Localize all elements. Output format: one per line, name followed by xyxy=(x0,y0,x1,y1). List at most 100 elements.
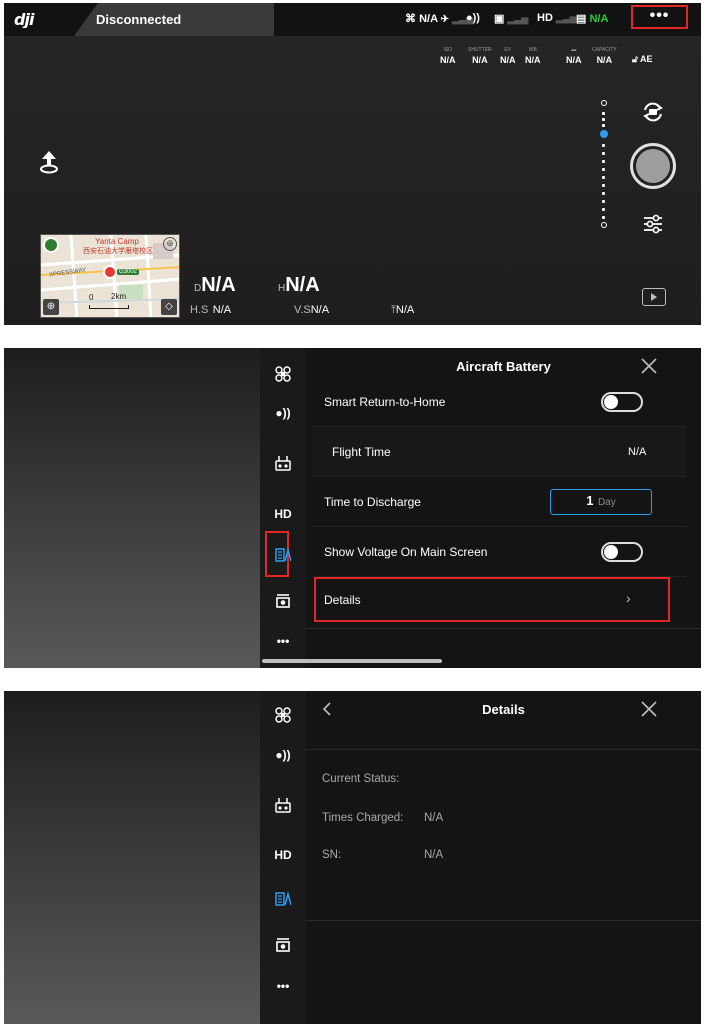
wb-value: N/A xyxy=(525,55,541,65)
time-to-discharge-label: Time to Discharge xyxy=(324,495,421,509)
nav-video-transmission[interactable]: HD xyxy=(260,843,306,867)
smart-rth-toggle[interactable] xyxy=(601,392,643,412)
mini-map[interactable]: Yanta Camp 西安石油大学雁塔校区 XPRESSWAY G3002 ⊕ … xyxy=(40,234,180,318)
settings-sidebar: ●)) HD ••• xyxy=(260,348,306,668)
nav-aircraft[interactable] xyxy=(260,703,306,727)
panel-header: Aircraft Battery xyxy=(306,348,701,384)
aircraft-icon: ⌘ xyxy=(405,13,416,25)
nav-remote-controller[interactable] xyxy=(260,452,306,476)
camera-view-screen: dji Disconnected ⌘ N/A ✈ ▂▃▅ ●)) ▣ ▂▃▅ H… xyxy=(4,3,701,325)
zoom-tick xyxy=(602,112,605,115)
nav-battery[interactable] xyxy=(260,544,306,568)
capacity-readout: CAPACITY N/A xyxy=(592,47,617,65)
close-button[interactable] xyxy=(639,699,659,719)
discharge-days-value: 1 xyxy=(586,493,594,508)
zoom-slider-handle[interactable] xyxy=(600,130,608,138)
map-eraser-icon[interactable]: ◇ xyxy=(161,299,177,315)
nav-battery[interactable] xyxy=(260,888,306,912)
sliders-icon xyxy=(644,214,662,234)
wifi-signal-icon: ●)) xyxy=(275,748,291,762)
top-status-bar: dji Disconnected ⌘ N/A ✈ ▂▃▅ ●)) ▣ ▂▃▅ H… xyxy=(4,3,701,36)
close-button[interactable] xyxy=(639,356,659,376)
times-charged-value: N/A xyxy=(424,812,444,824)
storage-readout: ▬ N/A xyxy=(566,47,582,65)
ev-value: N/A xyxy=(500,55,516,65)
battery-details-screen: ●)) HD ••• Details Current Status: Times xyxy=(4,691,701,1024)
wb-readout: WB N/A xyxy=(525,47,541,65)
ae-lock-label: AE xyxy=(640,54,653,64)
nav-camera[interactable] xyxy=(260,590,306,614)
nav-signal[interactable]: ●)) xyxy=(260,748,306,772)
flight-time-label: Flight Time xyxy=(332,445,391,459)
details-row[interactable]: Details › xyxy=(314,577,670,622)
more-settings-button[interactable]: ••• xyxy=(631,5,688,29)
time-to-discharge-row: Time to Discharge 1 Day xyxy=(312,477,686,527)
shutter-button[interactable] xyxy=(630,143,676,189)
video-signal-bars-icon: ▂▃▅ xyxy=(555,13,577,23)
sd-card-icon: ▬ xyxy=(571,47,577,53)
wb-label: WB xyxy=(528,47,537,53)
camera-icon xyxy=(276,938,290,952)
horizontal-speed-label: H.S xyxy=(190,304,209,316)
nav-video-transmission[interactable]: HD xyxy=(260,502,306,526)
nav-camera[interactable] xyxy=(260,934,306,958)
details-label: Details xyxy=(324,593,361,607)
horizontal-speed-readout: H.S N/A xyxy=(190,300,231,318)
map-scale-bar xyxy=(89,305,129,309)
nav-aircraft[interactable] xyxy=(260,362,306,386)
camera-settings-button[interactable] xyxy=(642,213,664,235)
serial-number-label: SN: xyxy=(322,849,342,861)
battery-value: N/A xyxy=(589,13,609,25)
iso-value: N/A xyxy=(440,55,456,65)
serial-number-value: N/A xyxy=(424,849,444,861)
battery-status: ▤ N/A xyxy=(576,12,608,25)
nav-remote-controller[interactable] xyxy=(260,794,306,818)
map-zoom-icon[interactable]: ⊕ xyxy=(43,299,59,315)
time-to-discharge-input[interactable]: 1 Day xyxy=(550,489,652,515)
flight-time-row: Flight Time N/A xyxy=(312,427,686,477)
zoom-tick xyxy=(602,168,605,171)
distance-value: N/A xyxy=(201,274,236,296)
smart-rth-label: Smart Return-to-Home xyxy=(324,395,446,409)
remote-controller-icon xyxy=(275,798,291,813)
nav-more[interactable]: ••• xyxy=(260,634,306,658)
battery-icon xyxy=(275,891,291,906)
panel-header: Details xyxy=(306,691,701,727)
video-link-status: HD ▂▃▅ xyxy=(537,12,577,24)
nav-signal[interactable]: ●)) xyxy=(260,406,306,430)
aircraft-icon xyxy=(275,707,291,723)
divider xyxy=(306,749,701,750)
svg-text:dji: dji xyxy=(14,10,35,28)
nav-more[interactable]: ••• xyxy=(260,979,306,1003)
show-voltage-toggle[interactable] xyxy=(601,542,643,562)
ev-label: EV xyxy=(504,47,512,53)
camera-switch-icon xyxy=(643,102,663,122)
camera-icon xyxy=(276,594,290,608)
takeoff-icon xyxy=(40,151,58,174)
map-crosshair-icon[interactable]: ⊕ xyxy=(163,237,177,251)
video-link-label: HD xyxy=(537,12,553,24)
divider xyxy=(306,628,701,629)
gimbal-zoom-slider[interactable] xyxy=(600,100,608,230)
horizontal-speed-value: N/A xyxy=(212,304,232,316)
zoom-tick xyxy=(602,176,605,179)
capacity-label: CAPACITY xyxy=(592,47,617,53)
times-charged-label: Times Charged: xyxy=(322,812,404,824)
ae-lock-button[interactable]: 🔓︎ AE xyxy=(632,54,653,65)
playback-button[interactable] xyxy=(642,288,666,306)
shutter-value: N/A xyxy=(472,55,488,65)
chevron-right-icon: › xyxy=(626,590,631,606)
auto-takeoff-button[interactable] xyxy=(38,149,60,175)
map-place-label: Yanta Camp xyxy=(95,237,139,246)
horizontal-scroll-indicator[interactable] xyxy=(262,659,442,663)
times-charged-row: Times Charged: N/A xyxy=(322,812,443,824)
discharge-unit: Day xyxy=(597,497,616,508)
aircraft-icon xyxy=(275,366,291,382)
camera-mode-switch-button[interactable] xyxy=(641,100,665,124)
divider xyxy=(306,920,701,921)
storage-value: N/A xyxy=(566,55,582,65)
zoom-tick xyxy=(602,200,605,203)
shutter-readout: SHUTTER N/A xyxy=(468,47,492,65)
camera-background xyxy=(4,348,260,668)
height-readout: HN/A xyxy=(278,274,320,297)
